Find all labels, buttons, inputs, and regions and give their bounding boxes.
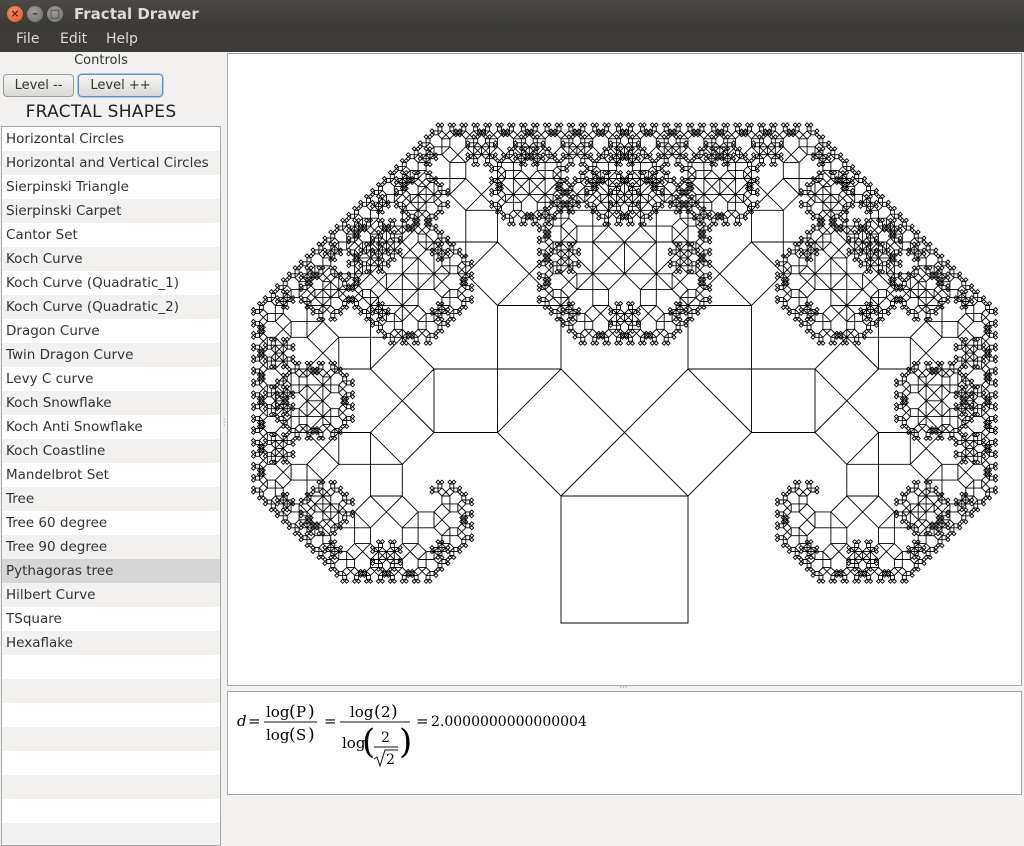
title-bar: × – □ Fractal Drawer xyxy=(0,0,1024,28)
shape-list-item[interactable]: Pythagoras tree xyxy=(2,559,220,583)
fractal-dimension-formula: d = log ( P ) log ( S ) = log ( 2 ) log … xyxy=(237,702,587,768)
formula-equals: = xyxy=(416,712,429,730)
fractal-squares xyxy=(250,122,999,624)
shape-list-item[interactable]: Horizontal and Vertical Circles xyxy=(2,151,220,175)
minimize-window-button[interactable]: – xyxy=(27,6,43,22)
shape-list-item[interactable]: Koch Anti Snowflake xyxy=(2,415,220,439)
formula-arg-s: S xyxy=(296,726,306,744)
empty-list-row xyxy=(2,823,220,845)
empty-list-row xyxy=(2,655,220,679)
controls-label: Controls xyxy=(74,53,128,68)
shape-list-item[interactable]: Koch Curve xyxy=(2,247,220,271)
level-up-button[interactable]: Level ++ xyxy=(78,74,163,97)
formula-big-paren: ( xyxy=(362,722,375,762)
formula-num-two: 2 xyxy=(381,703,391,721)
menu-help[interactable]: Help xyxy=(106,31,138,47)
formula-equals: = xyxy=(248,712,261,730)
dimension-formula-panel: d = log ( P ) log ( S ) = log ( 2 ) log … xyxy=(227,691,1022,795)
menu-edit[interactable]: Edit xyxy=(60,31,87,47)
controls-panel: Controls Level -- Level ++ FRACTAL SHAPE… xyxy=(0,52,222,846)
shape-list-item[interactable]: Levy C curve xyxy=(2,367,220,391)
pythagoras-tree-path xyxy=(250,122,999,624)
formula-paren: ( xyxy=(289,725,296,745)
shape-list-item[interactable]: Cantor Set xyxy=(2,223,220,247)
shape-list-item[interactable]: Tree xyxy=(2,487,220,511)
shape-list-item[interactable]: Horizontal Circles xyxy=(2,127,220,151)
shape-list-item[interactable]: Koch Snowflake xyxy=(2,391,220,415)
shape-list-item[interactable]: Hexaflake xyxy=(2,631,220,655)
formula-paren: ( xyxy=(289,702,296,722)
formula-log-num: log xyxy=(266,703,290,721)
shape-list-item[interactable]: Sierpinski Triangle xyxy=(2,175,220,199)
close-window-button[interactable]: × xyxy=(7,6,23,22)
shape-list-item[interactable]: Koch Curve (Quadratic_2) xyxy=(2,295,220,319)
shape-list-item[interactable]: Dragon Curve xyxy=(2,319,220,343)
shape-list-item[interactable]: Koch Coastline xyxy=(2,439,220,463)
shape-list-item[interactable]: Twin Dragon Curve xyxy=(2,343,220,367)
formula-log-den: log xyxy=(266,726,290,744)
shape-list-item[interactable]: Sierpinski Carpet xyxy=(2,199,220,223)
shape-list-item[interactable]: Hilbert Curve xyxy=(2,583,220,607)
maximize-window-button[interactable]: □ xyxy=(47,6,63,22)
formula-big-paren: ) xyxy=(399,722,412,762)
formula-paren: ) xyxy=(308,725,315,745)
fractal-shapes-heading: FRACTAL SHAPES xyxy=(25,102,177,122)
menu-file[interactable]: File xyxy=(16,31,39,47)
shape-list-item[interactable]: Mandelbrot Set xyxy=(2,463,220,487)
shape-list-item[interactable]: Tree 60 degree xyxy=(2,511,220,535)
window-title: Fractal Drawer xyxy=(74,5,199,23)
level-down-button[interactable]: Level -- xyxy=(3,74,74,97)
formula-paren: ( xyxy=(374,702,381,722)
fractal-canvas xyxy=(227,53,1022,686)
formula-variable: d xyxy=(237,712,247,730)
empty-list-row xyxy=(2,679,220,703)
formula-sqrt-arg: 2 xyxy=(386,752,395,768)
shape-list-item[interactable]: Tree 90 degree xyxy=(2,535,220,559)
shape-list-item[interactable]: Koch Curve (Quadratic_1) xyxy=(2,271,220,295)
menu-bar: File Edit Help xyxy=(0,28,1024,52)
app-window: × – □ Fractal Drawer File Edit Help Cont… xyxy=(0,0,1024,846)
empty-list-row xyxy=(2,799,220,823)
formula-paren: ) xyxy=(308,702,315,722)
empty-list-row xyxy=(2,727,220,751)
splitter-grip-icon: ··· xyxy=(223,415,226,430)
pythagoras-tree-drawing xyxy=(250,122,999,624)
shape-list-item[interactable]: TSquare xyxy=(2,607,220,631)
formula-log-num: log xyxy=(350,703,374,721)
formula-arg-p: P xyxy=(296,703,306,721)
formula-equals: = xyxy=(324,712,337,730)
empty-list-row xyxy=(2,775,220,799)
empty-list-row xyxy=(2,751,220,775)
formula-result: 2.0000000000000004 xyxy=(431,714,587,730)
formula-den-two: 2 xyxy=(381,730,390,746)
empty-list-row xyxy=(2,703,220,727)
formula-paren: ) xyxy=(391,702,398,722)
fractal-shape-list[interactable]: Horizontal Circles Horizontal and Vertica… xyxy=(1,126,221,846)
